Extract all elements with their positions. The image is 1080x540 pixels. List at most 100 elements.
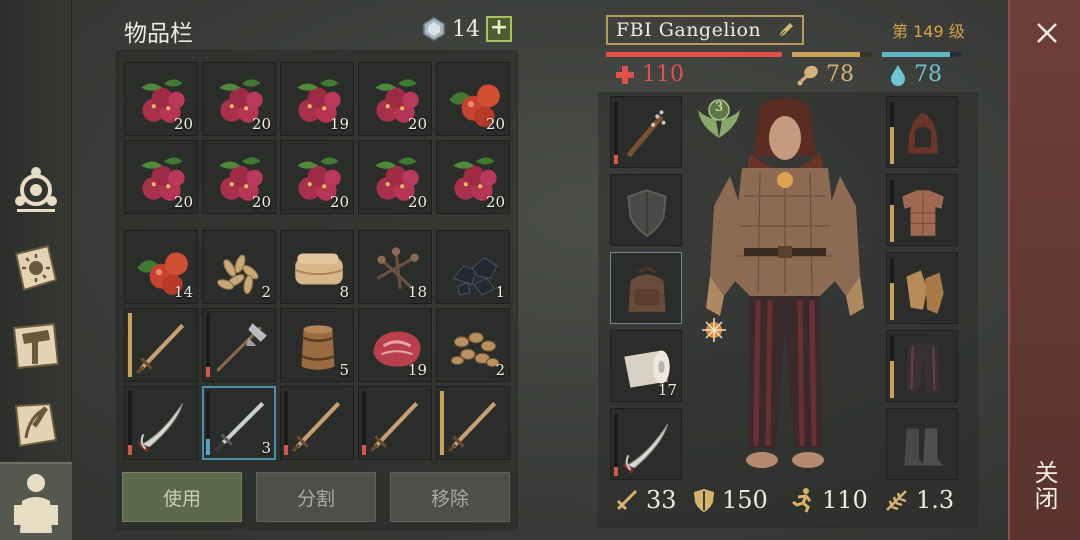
sword-icon — [616, 489, 638, 511]
shield-icon — [694, 489, 714, 512]
character-figure — [702, 98, 864, 468]
inventory-slot-steel-sword[interactable]: 3 — [202, 386, 276, 460]
item-count: 20 — [329, 193, 349, 211]
health-cross-icon — [616, 65, 634, 84]
item-count: 20 — [173, 115, 193, 133]
split-button[interactable]: 分割 — [256, 472, 376, 522]
right-slot-hood[interactable] — [886, 96, 958, 168]
left-slot-shield-empty[interactable] — [610, 174, 682, 246]
health-stat: 110 — [614, 62, 684, 87]
attack-value: 33 — [646, 486, 677, 514]
left-arm — [710, 176, 740, 296]
inventory-slot-berries[interactable]: 20 — [124, 140, 198, 214]
gambeson-icon — [902, 190, 944, 236]
inventory-slot-berries[interactable]: 20 — [280, 140, 354, 214]
inventory-slot-berries[interactable]: 20 — [202, 140, 276, 214]
inventory-slot-halberd[interactable] — [202, 308, 276, 382]
health-value: 110 — [642, 62, 684, 87]
left-slot-cloth-roll[interactable]: 17 — [610, 330, 682, 402]
inventory-slot-leather[interactable]: 8 — [280, 230, 354, 304]
chest-emblem — [777, 172, 793, 188]
wooden-sword-icon — [136, 323, 185, 374]
inventory-slot-berries[interactable]: 20 — [436, 140, 510, 214]
right-slot-pants[interactable] — [886, 330, 958, 402]
inventory-slot-coal[interactable]: 1 — [436, 230, 510, 304]
crafting-tab[interactable] — [6, 160, 66, 220]
character-silhouette-icon — [14, 474, 58, 533]
inventory-slot-apples[interactable]: 14 — [124, 230, 198, 304]
backpack-icon — [628, 266, 666, 312]
inventory-slot-berries[interactable]: 19 — [280, 62, 354, 136]
item-count: 2 — [261, 283, 271, 301]
item-count: 20 — [173, 193, 193, 211]
right-foot — [792, 452, 824, 468]
right-slot-gloves[interactable] — [886, 252, 958, 324]
right-slot-boots-empty[interactable] — [886, 408, 958, 480]
running-icon — [792, 488, 812, 513]
item-count: 20 — [485, 115, 505, 133]
close-panel[interactable]: 关闭 — [1008, 0, 1080, 540]
research-tab[interactable] — [6, 238, 66, 298]
right-slot-gambeson[interactable] — [886, 174, 958, 246]
sidebar — [0, 0, 72, 540]
hammer-icon — [12, 322, 60, 370]
face — [769, 116, 801, 160]
drumstick-icon — [797, 65, 818, 85]
left-slot-backpack[interactable] — [610, 252, 682, 324]
character-level: 第 149 级 — [892, 22, 965, 41]
weight-value: 1.3 — [916, 486, 955, 514]
food-value: 78 — [826, 62, 854, 87]
defense-stat: 150 — [692, 486, 768, 514]
book-sun-icon — [14, 244, 58, 292]
inventory-title: 物品栏 — [124, 21, 193, 47]
belt-buckle — [778, 246, 792, 258]
crafting-icon — [15, 167, 57, 212]
inventory-slot-wooden-sword[interactable] — [436, 386, 510, 460]
quests-tab[interactable] — [6, 394, 66, 454]
remove-button[interactable]: 移除 — [390, 472, 510, 522]
edit-pen-icon[interactable] — [776, 20, 796, 40]
food-bar-track — [792, 52, 872, 57]
item-count: 20 — [251, 193, 271, 211]
inventory-slot-scimitar[interactable] — [124, 386, 198, 460]
close-icon[interactable] — [1032, 18, 1062, 48]
item-count: 19 — [407, 361, 427, 379]
item-count: 20 — [251, 115, 271, 133]
inventory-slot-berries[interactable]: 20 — [358, 140, 432, 214]
inventory-slot-berries[interactable]: 20 — [358, 62, 432, 136]
left-slot-spiked-club[interactable] — [610, 96, 682, 168]
spiked-club-icon — [626, 110, 666, 158]
item-count: 20 — [407, 193, 427, 211]
inventory-slot-nails[interactable]: 18 — [358, 230, 432, 304]
left-slot-scimitar[interactable] — [610, 408, 682, 480]
inventory-slot-seeds[interactable]: 2 — [202, 230, 276, 304]
game-screen: 物品栏 14 + 20 20 19 20 20 20 20 20 20 20 14 2 8 18 1 5 19 2… — [0, 0, 1080, 540]
inventory-slot-nuts[interactable]: 2 — [436, 308, 510, 382]
water-drop-icon — [891, 64, 905, 86]
inventory-slot-raw-meat[interactable]: 19 — [358, 308, 432, 382]
inventory-slot-wooden-sword[interactable] — [358, 386, 432, 460]
defense-value: 150 — [722, 486, 768, 514]
item-count: 3 — [261, 439, 271, 457]
item-count: 8 — [339, 283, 349, 301]
speed-value: 110 — [822, 486, 868, 514]
inventory-slot-berries[interactable]: 20 — [124, 62, 198, 136]
gem-counter: 14 + — [422, 16, 512, 42]
close-label[interactable]: 关闭 — [1030, 460, 1062, 512]
scroll-feather-icon — [14, 402, 58, 448]
inventory-slot-berries[interactable]: 20 — [202, 62, 276, 136]
character-name-box[interactable]: FBI Gangelion — [606, 15, 804, 45]
inventory-slot-wooden-sword[interactable] — [280, 386, 354, 460]
inventory-slot-wooden-sword[interactable] — [124, 308, 198, 382]
use-button[interactable]: 使用 — [122, 472, 242, 522]
character-tab[interactable] — [0, 462, 72, 540]
inventory-slot-apples[interactable]: 20 — [436, 62, 510, 136]
scimitar-icon — [137, 403, 184, 453]
building-tab[interactable] — [6, 316, 66, 376]
halberd-icon — [216, 323, 267, 372]
food-bar-fill — [792, 52, 860, 57]
scimitar-icon — [622, 424, 669, 474]
inventory-slot-barrel[interactable]: 5 — [280, 308, 354, 382]
item-count: 2 — [495, 361, 505, 379]
add-gems-button[interactable]: + — [486, 16, 512, 42]
